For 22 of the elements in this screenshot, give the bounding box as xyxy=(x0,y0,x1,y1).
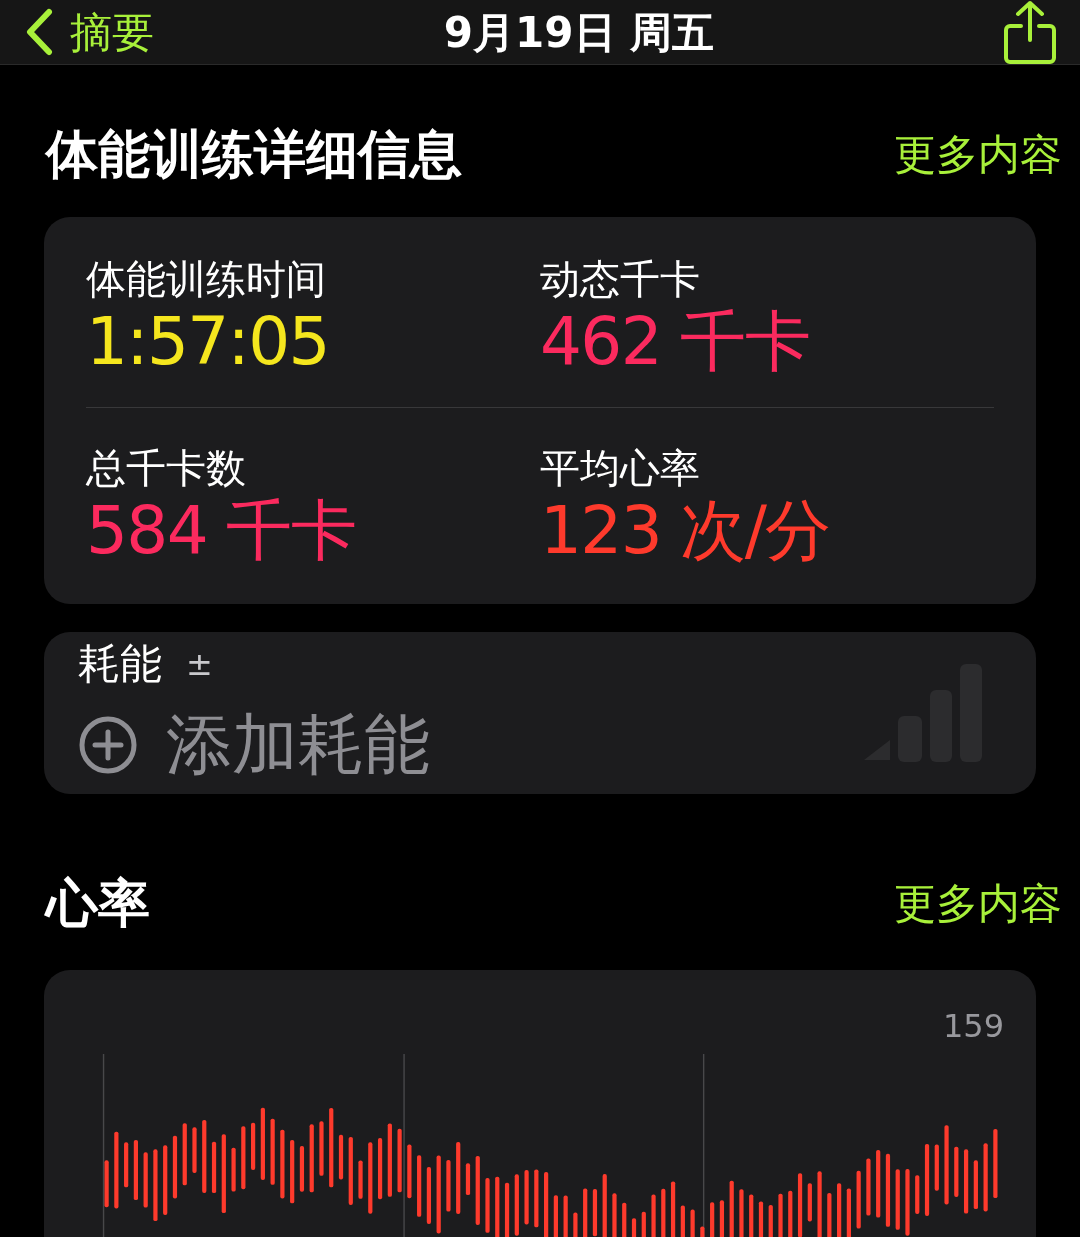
metric-label: 总千卡数 xyxy=(86,444,247,492)
add-effort-button[interactable]: 添加耗能 xyxy=(78,695,430,794)
metric-label: 动态千卡 xyxy=(540,255,701,303)
back-chevron-icon xyxy=(24,8,54,56)
plus-minus-symbol: ± xyxy=(186,643,213,685)
metric-value: 584 千卡 xyxy=(86,492,357,570)
max-value-label: 159 xyxy=(942,1006,1004,1047)
more-link[interactable]: 更多内容 xyxy=(894,871,1062,935)
more-link[interactable]: 更多内容 xyxy=(894,122,1062,186)
plus-circle-icon xyxy=(78,714,138,775)
section-title: 心率 xyxy=(46,872,150,935)
metric-value: 123 次/分 xyxy=(540,492,831,570)
navigation-title: 9月19日 周五 xyxy=(443,6,715,59)
effort-label: 耗能 xyxy=(78,638,162,690)
metric-label: 平均心率 xyxy=(540,444,701,492)
metric-value: 1:57:05 xyxy=(86,303,330,381)
share-button[interactable] xyxy=(1004,0,1056,64)
metric-value: 462 千卡 xyxy=(540,303,811,381)
metric-label: 体能训练时间 xyxy=(86,255,327,303)
back-button[interactable]: 摘要 xyxy=(24,0,154,64)
share-icon xyxy=(1004,0,1056,64)
section-title: 体能训练详细信息 xyxy=(46,123,462,186)
